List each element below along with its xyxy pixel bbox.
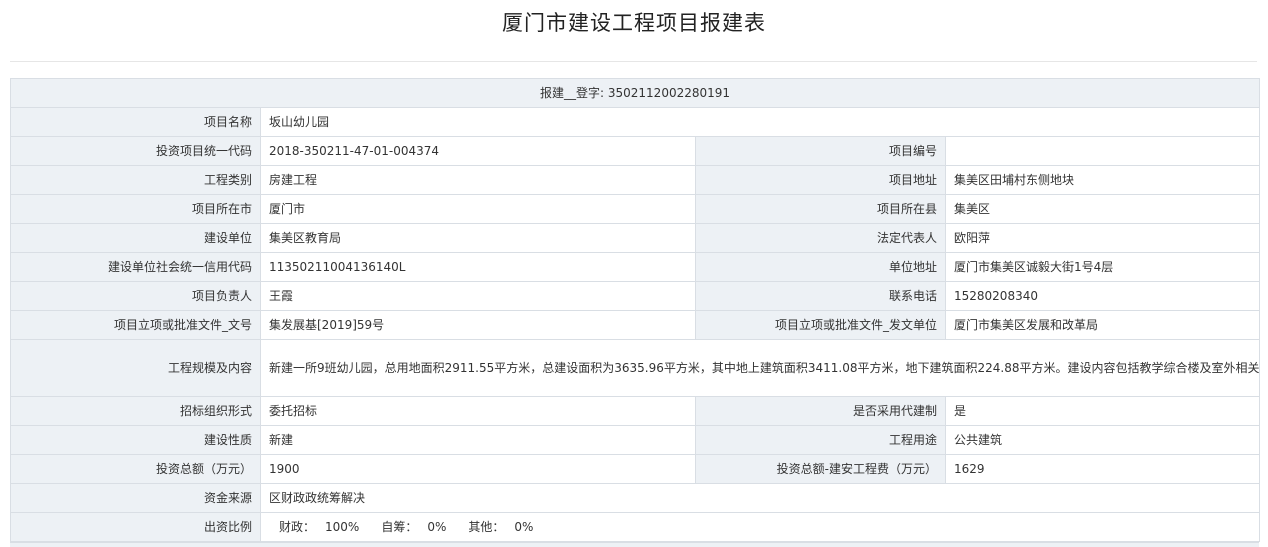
other-value: 0%	[514, 520, 534, 534]
registration-label: 报建__登字:	[540, 86, 605, 100]
table-row: 项目名称 坂山幼儿园	[10, 107, 1261, 137]
registration-number: 3502112002280191	[607, 86, 731, 100]
agent-system-value: 是	[944, 396, 1261, 426]
usage-value: 公共建筑	[944, 425, 1261, 455]
table-row: 建设性质 新建 工程用途 公共建筑	[10, 425, 1261, 455]
county-value: 集美区	[944, 194, 1261, 224]
county-label: 项目所在县	[695, 194, 946, 224]
fund-source-label: 资金来源	[10, 483, 261, 513]
table-row: 项目负责人 王霞 联系电话 15280208340	[10, 281, 1261, 311]
table-row: 资金来源 区财政政统筹解决	[10, 483, 1261, 513]
table-row: 项目所在市 厦门市 项目所在县 集美区	[10, 194, 1261, 224]
table-row: 项目立项或批准文件_文号 集发展基[2019]59号 项目立项或批准文件_发文单…	[10, 310, 1261, 340]
phone-value: 15280208340	[944, 281, 1261, 311]
project-addr-value: 集美区田埔村东侧地块	[944, 165, 1261, 195]
construction-cost-label: 投资总额-建安工程费（万元）	[695, 454, 946, 484]
project-no-value	[944, 136, 1261, 166]
approval-issuer-value: 厦门市集美区发展和改革局	[944, 310, 1261, 340]
city-label: 项目所在市	[10, 194, 261, 224]
table-row: 投资项目统一代码 2018-350211-47-01-004374 项目编号	[10, 136, 1261, 166]
project-no-label: 项目编号	[695, 136, 946, 166]
total-invest-label: 投资总额（万元）	[10, 454, 261, 484]
table-row: 招标组织形式 委托招标 是否采用代建制 是	[10, 396, 1261, 426]
registration-header-row: 报建__登字: 3502112002280191	[9, 78, 1261, 108]
agent-system-label: 是否采用代建制	[695, 396, 946, 426]
fiscal-label: 财政：	[279, 520, 316, 534]
self-value: 0%	[427, 520, 447, 534]
table-row: 工程规模及内容 新建一所9班幼儿园，总用地面积2911.55平方米，总建设面积为…	[10, 339, 1261, 397]
phone-label: 联系电话	[695, 281, 946, 311]
invest-code-value: 2018-350211-47-01-004374	[260, 136, 696, 166]
credit-code-value: 11350211004136140L	[260, 252, 696, 282]
table-row: 出资比例 财政： 100% 自筹： 0% 其他： 0%	[10, 512, 1261, 542]
table-bottom-strip	[10, 542, 1259, 547]
tender-form-value: 委托招标	[260, 396, 696, 426]
fiscal-value: 100%	[325, 520, 360, 534]
fund-source-value: 区财政政统筹解决	[259, 483, 1261, 513]
unit-addr-value: 厦门市集美区诚毅大街1号4层	[944, 252, 1261, 282]
title-divider	[10, 61, 1257, 62]
nature-label: 建设性质	[10, 425, 261, 455]
nature-value: 新建	[260, 425, 696, 455]
tender-form-label: 招标组织形式	[10, 396, 261, 426]
project-addr-label: 项目地址	[695, 165, 946, 195]
invest-code-label: 投资项目统一代码	[10, 136, 261, 166]
construction-cost-value: 1629	[944, 454, 1261, 484]
approval-doc-value: 集发展基[2019]59号	[260, 310, 696, 340]
legal-rep-value: 欧阳萍	[944, 223, 1261, 253]
total-invest-value: 1900	[260, 454, 696, 484]
city-value: 厦门市	[260, 194, 696, 224]
scale-value: 新建一所9班幼儿园，总用地面积2911.55平方米，总建设面积为3635.96平…	[259, 339, 1261, 397]
table-row: 工程类别 房建工程 项目地址 集美区田埔村东侧地块	[10, 165, 1261, 195]
usage-label: 工程用途	[695, 425, 946, 455]
self-label: 自筹：	[381, 520, 418, 534]
ratio-value: 财政： 100% 自筹： 0% 其他： 0%	[259, 512, 1261, 542]
project-registration-table: 报建__登字: 3502112002280191 项目名称 坂山幼儿园 投资项目…	[9, 78, 1261, 542]
scale-label: 工程规模及内容	[10, 339, 261, 397]
eng-type-value: 房建工程	[260, 165, 696, 195]
unit-addr-label: 单位地址	[695, 252, 946, 282]
manager-label: 项目负责人	[10, 281, 261, 311]
page-title: 厦门市建设工程项目报建表	[502, 11, 766, 35]
legal-rep-label: 法定代表人	[695, 223, 946, 253]
approval-doc-label: 项目立项或批准文件_文号	[10, 310, 261, 340]
ratio-label: 出资比例	[10, 512, 261, 542]
other-label: 其他：	[468, 520, 505, 534]
approval-issuer-label: 项目立项或批准文件_发文单位	[695, 310, 946, 340]
project-name-label: 项目名称	[10, 107, 261, 137]
manager-value: 王霞	[260, 281, 696, 311]
table-row: 投资总额（万元） 1900 投资总额-建安工程费（万元） 1629	[10, 454, 1261, 484]
registration-header: 报建__登字: 3502112002280191	[9, 78, 1261, 108]
builder-label: 建设单位	[10, 223, 261, 253]
project-name-value: 坂山幼儿园	[259, 107, 1261, 137]
table-row: 建设单位社会统一信用代码 11350211004136140L 单位地址 厦门市…	[10, 252, 1261, 282]
builder-value: 集美区教育局	[260, 223, 696, 253]
table-row: 建设单位 集美区教育局 法定代表人 欧阳萍	[10, 223, 1261, 253]
credit-code-label: 建设单位社会统一信用代码	[10, 252, 261, 282]
eng-type-label: 工程类别	[10, 165, 261, 195]
